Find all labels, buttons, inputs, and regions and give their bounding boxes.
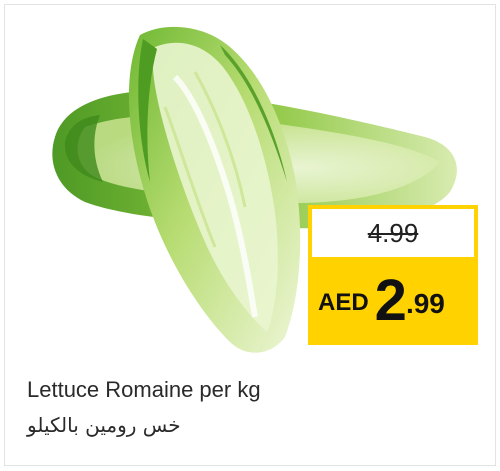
new-price-badge: AED 2 .99 — [308, 257, 478, 345]
new-price-fraction: .99 — [405, 288, 445, 319]
product-name-english: Lettuce Romaine per kg — [27, 377, 261, 402]
old-price-badge: 4.99 — [308, 205, 478, 261]
new-price-integer: 2 — [374, 268, 407, 333]
old-price: 4.99 — [367, 217, 419, 248]
product-card[interactable]: 4.99 AED 2 .99 Lettuce Romaine per kg خس… — [4, 4, 496, 466]
product-name-arabic: خس رومين بالكيلو — [27, 413, 181, 437]
currency-label: AED — [318, 289, 369, 316]
